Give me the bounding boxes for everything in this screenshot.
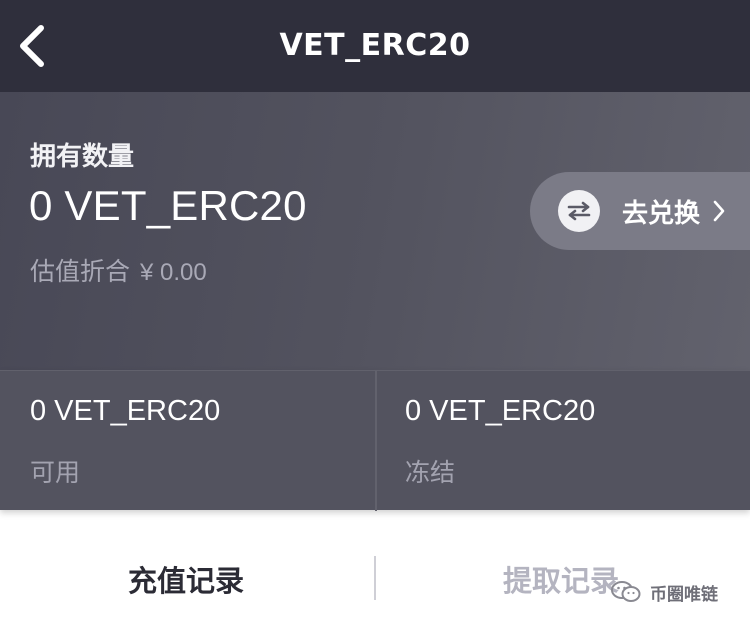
available-amount: 0 VET_ERC20: [30, 395, 221, 427]
exchange-label: 去兑换: [622, 198, 701, 229]
tab-divider: [374, 556, 376, 600]
available-cell: 0 VET_ERC20 可用: [0, 371, 375, 511]
balance-card: 拥有数量 0 VET_ERC20 估值折合 ¥ 0.00 去兑换: [0, 92, 750, 370]
chevron-left-icon: [20, 25, 44, 67]
token-detail-screen: VET_ERC20 拥有数量 0 VET_ERC20 估值折合 ¥ 0.00 去…: [0, 0, 750, 626]
swap-arrows-icon: [558, 190, 600, 232]
tab-deposit-records[interactable]: 充值记录: [128, 556, 244, 606]
page-title: VET_ERC20: [279, 28, 471, 63]
holdings-amount: 0 VET_ERC20: [29, 182, 307, 229]
frozen-amount: 0 VET_ERC20: [405, 395, 596, 427]
chevron-right-icon: [712, 199, 726, 223]
available-label: 可用: [30, 458, 81, 487]
tab-withdraw-records[interactable]: 提取记录: [503, 556, 619, 606]
valuation-value: ¥ 0.00: [140, 259, 207, 286]
watermark-text: 币圈唯链: [650, 584, 718, 605]
record-tabs: 充值记录 提取记录: [0, 520, 750, 626]
frozen-cell: 0 VET_ERC20 冻结: [375, 371, 750, 511]
holdings-label: 拥有数量: [30, 142, 135, 172]
exchange-button[interactable]: 去兑换: [530, 172, 750, 250]
frozen-label: 冻结: [405, 458, 456, 487]
top-nav-bar: VET_ERC20: [0, 0, 750, 92]
valuation-row: 估值折合 ¥ 0.00: [30, 252, 207, 288]
wechat-icon: [611, 581, 641, 602]
watermark: 币圈唯链: [610, 576, 718, 608]
valuation-label: 估值折合: [30, 257, 131, 286]
balance-breakdown: 0 VET_ERC20 可用 0 VET_ERC20 冻结: [0, 370, 750, 511]
back-button[interactable]: [8, 16, 56, 76]
